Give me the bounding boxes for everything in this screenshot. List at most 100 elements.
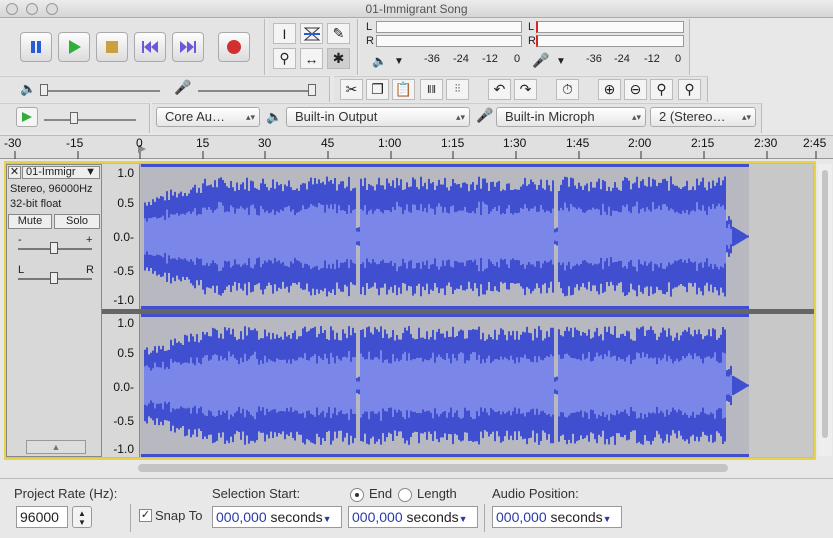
- ruler-tick-label: 1:30: [503, 136, 527, 150]
- gain-min-label: -: [18, 234, 22, 246]
- solo-button[interactable]: Solo: [54, 214, 100, 229]
- record-meter-right[interactable]: [536, 35, 684, 47]
- amplitude-label: -1.0: [113, 293, 134, 307]
- close-window-button[interactable]: [6, 3, 18, 15]
- pan-slider-thumb[interactable]: [50, 272, 58, 284]
- separator: [484, 504, 485, 532]
- minimize-window-button[interactable]: [26, 3, 38, 15]
- vertical-scroll-thumb[interactable]: [822, 170, 828, 438]
- input-channels-select[interactable]: 2 (Stereo… ▴▾: [650, 107, 756, 127]
- waveform-graphic: [141, 164, 749, 309]
- ruler-tick-label: 1:00: [378, 136, 402, 150]
- playback-meter-right[interactable]: [376, 35, 522, 47]
- amplitude-label: 0.5: [117, 196, 134, 210]
- clip-bottom-bar: [141, 454, 749, 457]
- zoom-window-button[interactable]: [46, 3, 58, 15]
- time-shift-tool[interactable]: ↔: [300, 48, 323, 69]
- undo-button[interactable]: ↶: [488, 79, 511, 100]
- paste-button[interactable]: 📋: [392, 79, 415, 100]
- cut-button[interactable]: ✂: [340, 79, 363, 100]
- selection-start-time[interactable]: 000,000 seconds▼: [212, 506, 342, 528]
- mute-button[interactable]: Mute: [8, 214, 52, 229]
- audio-host-select[interactable]: Core Au… ▴▾: [156, 107, 260, 127]
- fit-project-button[interactable]: ⚲: [678, 79, 701, 100]
- pause-button[interactable]: [20, 32, 52, 62]
- playback-meter-left[interactable]: [376, 21, 522, 33]
- input-volume-slider[interactable]: [198, 90, 316, 92]
- stop-button[interactable]: [96, 32, 128, 62]
- project-rate-stepper[interactable]: ▲ ▼: [72, 506, 92, 528]
- gain-slider-thumb[interactable]: [50, 242, 58, 254]
- ruler-tick-label: -15: [66, 136, 84, 150]
- amplitude-label: 0.0-: [113, 230, 134, 244]
- copy-button[interactable]: ❐: [366, 79, 389, 100]
- ruler-tick-label: 30: [258, 136, 272, 150]
- skip-to-end-button[interactable]: [172, 32, 204, 62]
- draw-tool[interactable]: ✎: [327, 23, 350, 44]
- input-volume-thumb[interactable]: [308, 84, 316, 96]
- redo-button[interactable]: ↷: [514, 79, 537, 100]
- output-volume-thumb[interactable]: [40, 84, 48, 96]
- record-button[interactable]: [218, 32, 250, 62]
- fit-selection-button[interactable]: ⚲: [650, 79, 673, 100]
- amplitude-label: -1.0: [113, 442, 134, 456]
- zoom-in-button[interactable]: ⊕: [598, 79, 621, 100]
- silence-button[interactable]: ⫶⫶: [446, 79, 469, 100]
- end-radio[interactable]: [350, 488, 364, 502]
- record-meter-left-label: L: [528, 21, 535, 33]
- audio-position-time[interactable]: 000,000 seconds▼: [492, 506, 622, 528]
- selection-end-time[interactable]: 000,000 seconds▼: [348, 506, 478, 528]
- record-meter-menu-icon[interactable]: ▼: [556, 56, 566, 67]
- output-volume-slider[interactable]: [40, 90, 160, 92]
- playback-meter-menu-icon[interactable]: ▼: [394, 56, 404, 67]
- waveform-channel-2[interactable]: [141, 314, 813, 457]
- sync-lock-button[interactable]: ⏱: [556, 79, 579, 100]
- skip-to-start-button[interactable]: [134, 32, 166, 62]
- zoom-out-icon: ⊖: [629, 81, 642, 97]
- dropdown-arrow-icon: ▼: [322, 514, 332, 524]
- horizontal-scrollbar[interactable]: [138, 464, 728, 472]
- ruler-tick-label: 0: [136, 136, 143, 150]
- zoom-out-button[interactable]: ⊖: [624, 79, 647, 100]
- playback-speed-slider[interactable]: [44, 119, 136, 121]
- play-at-speed-button[interactable]: [16, 107, 38, 127]
- trim-button[interactable]: ‖‖: [420, 79, 443, 100]
- vertical-scrollbar[interactable]: [818, 164, 832, 456]
- record-meter-left[interactable]: [536, 21, 684, 33]
- record-scale-0: 0: [675, 53, 682, 65]
- skip-start-icon: [142, 41, 158, 53]
- paste-icon: 📋: [394, 81, 413, 97]
- silence-audio-icon: ⫶⫶: [454, 83, 461, 95]
- track-sample-format: 32-bit float: [10, 198, 62, 210]
- zoom-tool[interactable]: ⚲: [273, 48, 296, 69]
- skip-end-icon: [180, 41, 196, 53]
- waveform-channel-1[interactable]: [141, 164, 813, 309]
- length-radio[interactable]: [398, 488, 412, 502]
- multi-tool[interactable]: ✱: [327, 48, 350, 69]
- zoom-in-icon: ⊕: [603, 81, 616, 97]
- ibeam-icon: I: [282, 25, 287, 42]
- length-label: Length: [417, 486, 457, 501]
- play-button[interactable]: [58, 32, 90, 62]
- asterisk-icon: ✱: [332, 50, 345, 66]
- pan-left-label: L: [18, 264, 25, 276]
- input-device-select[interactable]: Built-in Microph ▴▾: [496, 107, 646, 127]
- playback-meter-left-label: L: [366, 21, 373, 33]
- snap-to-checkbox[interactable]: ✓: [139, 509, 152, 522]
- speaker-icon: 🔈: [372, 54, 387, 68]
- envelope-tool[interactable]: [300, 23, 323, 44]
- magnifier-icon: ⚲: [279, 50, 290, 66]
- track-close-button[interactable]: ✕: [8, 166, 21, 179]
- playback-speed-thumb[interactable]: [70, 112, 78, 124]
- microphone-icon: 🎤: [532, 52, 550, 68]
- collapse-track-button[interactable]: ▲: [26, 440, 86, 454]
- selection-tool[interactable]: I: [273, 23, 296, 44]
- clip-top-bar: [141, 164, 749, 167]
- gain-max-label: +: [86, 234, 93, 246]
- track-name-menu[interactable]: 01-Immigr ▼: [22, 166, 100, 179]
- scissors-icon: ✂: [345, 81, 358, 97]
- output-device-select[interactable]: Built-in Output ▴▾: [286, 107, 470, 127]
- project-rate-input[interactable]: 96000: [16, 506, 68, 528]
- trim-audio-icon: ‖‖: [426, 83, 437, 96]
- project-rate-label: Project Rate (Hz):: [14, 486, 118, 501]
